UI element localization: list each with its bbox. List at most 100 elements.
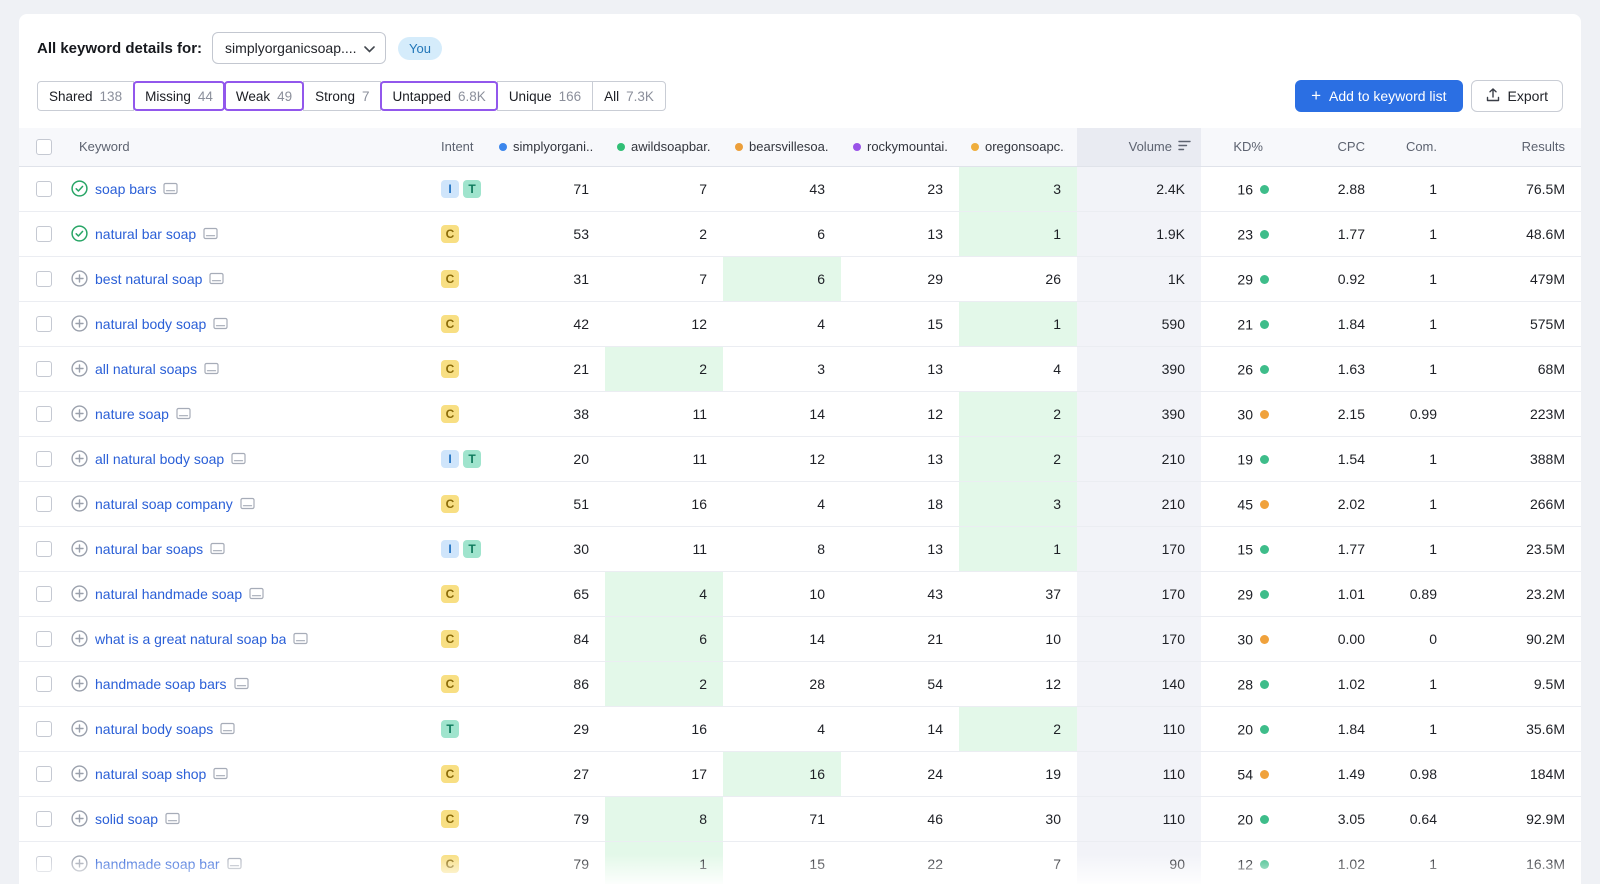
filter-tab-unique[interactable]: Unique166 — [497, 81, 593, 111]
keyword-link[interactable]: natural soap shop — [95, 766, 206, 782]
keyword-link[interactable]: all natural body soap — [95, 451, 224, 467]
keyword-in-list-check-icon[interactable] — [71, 180, 88, 197]
row-checkbox[interactable] — [36, 676, 52, 692]
filter-label: Unique — [509, 89, 552, 104]
filter-tab-missing[interactable]: Missing44 — [133, 81, 225, 111]
serp-preview-icon[interactable] — [163, 182, 178, 195]
keyword-link[interactable]: all natural soaps — [95, 361, 197, 377]
row-checkbox[interactable] — [36, 451, 52, 467]
row-checkbox[interactable] — [36, 586, 52, 602]
column-header-com[interactable]: Com. — [1381, 128, 1453, 166]
column-header-competitor-5[interactable]: oregonsoapc... — [959, 128, 1077, 166]
keyword-link[interactable]: what is a great natural soap ba — [95, 631, 286, 647]
keyword-link[interactable]: natural handmade soap — [95, 586, 242, 602]
export-button[interactable]: Export — [1471, 80, 1563, 112]
add-keyword-plus-icon[interactable] — [71, 450, 88, 467]
add-keyword-plus-icon[interactable] — [71, 810, 88, 827]
cpc-cell: 1.02 — [1279, 841, 1381, 884]
keyword-in-list-check-icon[interactable] — [71, 225, 88, 242]
keyword-link[interactable]: natural bar soap — [95, 226, 196, 242]
add-keyword-plus-icon[interactable] — [71, 585, 88, 602]
serp-preview-icon[interactable] — [210, 542, 225, 555]
serp-preview-icon[interactable] — [213, 317, 228, 330]
position-cell-best: 3 — [959, 166, 1077, 211]
column-header-competitor-1[interactable]: simplyorgani... — [487, 128, 605, 166]
filter-tab-shared[interactable]: Shared138 — [37, 81, 134, 111]
row-checkbox[interactable] — [36, 496, 52, 512]
row-checkbox[interactable] — [36, 226, 52, 242]
serp-preview-icon[interactable] — [293, 632, 308, 645]
keyword-link[interactable]: natural soap company — [95, 496, 233, 512]
cpc-cell: 1.84 — [1279, 301, 1381, 346]
serp-preview-icon[interactable] — [176, 407, 191, 420]
keyword-link[interactable]: nature soap — [95, 406, 169, 422]
keyword-link[interactable]: natural body soaps — [95, 721, 213, 737]
intent-badge-c: C — [441, 315, 459, 333]
column-header-keyword[interactable]: Keyword — [67, 128, 429, 166]
column-header-kd[interactable]: KD% — [1201, 128, 1279, 166]
intent-badge-c: C — [441, 270, 459, 288]
column-header-volume[interactable]: Volume — [1077, 128, 1201, 166]
filter-tab-untapped[interactable]: Untapped6.8K — [380, 81, 497, 111]
serp-preview-icon[interactable] — [203, 227, 218, 240]
row-checkbox[interactable] — [36, 856, 52, 872]
row-checkbox[interactable] — [36, 406, 52, 422]
keyword-link[interactable]: solid soap — [95, 811, 158, 827]
add-keyword-plus-icon[interactable] — [71, 630, 88, 647]
add-keyword-plus-icon[interactable] — [71, 675, 88, 692]
row-checkbox[interactable] — [36, 811, 52, 827]
serp-preview-icon[interactable] — [240, 497, 255, 510]
serp-preview-icon[interactable] — [220, 722, 235, 735]
serp-preview-icon[interactable] — [227, 857, 242, 870]
plus-icon: + — [1311, 87, 1321, 104]
add-to-keyword-list-button[interactable]: + Add to keyword list — [1295, 80, 1462, 112]
row-checkbox[interactable] — [36, 316, 52, 332]
keywords-table: Keyword Intent simplyorgani... awildsoap… — [19, 128, 1581, 884]
add-keyword-plus-icon[interactable] — [71, 720, 88, 737]
serp-preview-icon[interactable] — [165, 812, 180, 825]
select-all-checkbox[interactable] — [36, 139, 52, 155]
filter-tab-strong[interactable]: Strong7 — [303, 81, 381, 111]
add-keyword-plus-icon[interactable] — [71, 855, 88, 872]
domain-select[interactable]: simplyorganicsoap.... — [212, 32, 386, 64]
kd-difficulty-dot-icon — [1260, 230, 1269, 239]
add-keyword-plus-icon[interactable] — [71, 315, 88, 332]
keyword-link[interactable]: best natural soap — [95, 271, 202, 287]
serp-preview-icon[interactable] — [234, 677, 249, 690]
row-checkbox[interactable] — [36, 766, 52, 782]
keyword-link[interactable]: natural body soap — [95, 316, 206, 332]
intent-badge-c: C — [441, 360, 459, 378]
keyword-link[interactable]: handmade soap bars — [95, 676, 227, 692]
serp-preview-icon[interactable] — [209, 272, 224, 285]
keyword-link[interactable]: handmade soap bar — [95, 856, 220, 872]
column-header-competitor-2[interactable]: awildsoapbar... — [605, 128, 723, 166]
row-checkbox[interactable] — [36, 631, 52, 647]
add-keyword-plus-icon[interactable] — [71, 765, 88, 782]
add-keyword-plus-icon[interactable] — [71, 540, 88, 557]
row-checkbox[interactable] — [36, 361, 52, 377]
column-header-results[interactable]: Results — [1453, 128, 1581, 166]
filter-tab-all[interactable]: All7.3K — [592, 81, 666, 111]
column-header-competitor-3[interactable]: bearsvillesoa... — [723, 128, 841, 166]
serp-preview-icon[interactable] — [231, 452, 246, 465]
column-header-competitor-4[interactable]: rockymountai... — [841, 128, 959, 166]
volume-cell: 590 — [1077, 301, 1201, 346]
position-cell: 6 — [723, 211, 841, 256]
column-header-intent[interactable]: Intent — [429, 128, 487, 166]
serp-preview-icon[interactable] — [213, 767, 228, 780]
add-keyword-plus-icon[interactable] — [71, 405, 88, 422]
add-keyword-plus-icon[interactable] — [71, 495, 88, 512]
keyword-link[interactable]: soap bars — [95, 181, 156, 197]
row-checkbox[interactable] — [36, 181, 52, 197]
column-header-cpc[interactable]: CPC — [1279, 128, 1381, 166]
add-keyword-plus-icon[interactable] — [71, 360, 88, 377]
serp-preview-icon[interactable] — [204, 362, 219, 375]
add-keyword-plus-icon[interactable] — [71, 270, 88, 287]
checkbox-cell — [19, 616, 67, 661]
serp-preview-icon[interactable] — [249, 587, 264, 600]
keyword-link[interactable]: natural bar soaps — [95, 541, 203, 557]
filter-tab-weak[interactable]: Weak49 — [224, 81, 304, 111]
row-checkbox[interactable] — [36, 721, 52, 737]
row-checkbox[interactable] — [36, 541, 52, 557]
row-checkbox[interactable] — [36, 271, 52, 287]
